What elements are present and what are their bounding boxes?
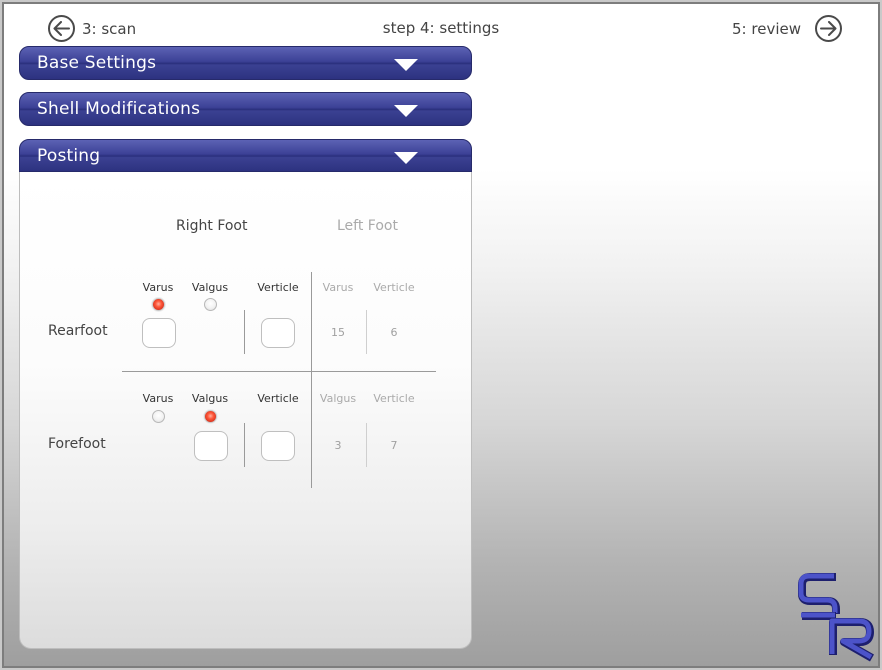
step-title-text: step 4: settings bbox=[382, 19, 500, 37]
shell-modifications-label: Shell Modifications bbox=[37, 99, 201, 119]
forefoot-verticle-input[interactable] bbox=[261, 431, 295, 461]
rearfoot-valgus-radio[interactable] bbox=[204, 298, 217, 311]
rearfoot-label: Rearfoot bbox=[48, 323, 108, 339]
rearfoot-verticle-header: Verticle bbox=[257, 281, 299, 294]
next-step-button[interactable]: 5: review bbox=[732, 15, 842, 42]
chevron-down-icon[interactable] bbox=[394, 152, 418, 164]
chevron-down-icon[interactable] bbox=[394, 105, 418, 117]
foot-divider bbox=[311, 272, 312, 488]
left-foot-heading: Left Foot bbox=[337, 218, 398, 234]
forefoot-valgus-header: Valgus bbox=[191, 392, 229, 405]
app-window: 3: scan step 4: settings 5: review Base … bbox=[2, 2, 880, 668]
shell-modifications-panel-header[interactable]: Shell Modifications bbox=[19, 92, 472, 126]
base-settings-panel-header[interactable]: Base Settings bbox=[19, 46, 472, 80]
posting-panel-header[interactable]: Posting bbox=[19, 139, 472, 172]
rearfoot-left-varus-header: Varus bbox=[322, 281, 354, 294]
step-navigation: 3: scan step 4: settings 5: review bbox=[4, 4, 878, 44]
forefoot-verticle-divider bbox=[244, 423, 245, 467]
forefoot-varus-header: Varus bbox=[142, 392, 174, 405]
right-foot-heading: Right Foot bbox=[176, 218, 248, 234]
rearfoot-left-verticle-header: Verticle bbox=[373, 281, 415, 294]
rearfoot-left-verticle-value: 6 bbox=[390, 326, 398, 339]
forefoot-left-valgus-value: 3 bbox=[334, 439, 342, 452]
posting-label: Posting bbox=[37, 146, 101, 166]
rearfoot-left-varus-value: 15 bbox=[331, 326, 345, 339]
rearfoot-angle-input[interactable] bbox=[142, 318, 176, 348]
forefoot-left-verticle-header: Verticle bbox=[373, 392, 415, 405]
base-settings-label: Base Settings bbox=[37, 53, 157, 73]
rearfoot-valgus-header: Valgus bbox=[191, 281, 229, 294]
rearfoot-left-divider bbox=[366, 310, 367, 354]
sr-logo bbox=[798, 573, 874, 662]
forefoot-label: Forefoot bbox=[48, 436, 106, 452]
forefoot-left-valgus-header: Valgus bbox=[319, 392, 357, 405]
forefoot-valgus-radio[interactable] bbox=[204, 410, 217, 423]
row-divider bbox=[122, 371, 436, 372]
next-step-label[interactable]: 5: review bbox=[732, 20, 801, 38]
posting-panel-body: Right Foot Left Foot Rearfoot Varus Valg… bbox=[19, 172, 472, 649]
rearfoot-verticle-divider bbox=[244, 310, 245, 354]
forefoot-varus-radio[interactable] bbox=[152, 410, 165, 423]
forefoot-left-divider bbox=[366, 423, 367, 467]
rearfoot-varus-radio[interactable] bbox=[152, 298, 165, 311]
rearfoot-varus-header: Varus bbox=[142, 281, 174, 294]
forefoot-angle-input[interactable] bbox=[194, 431, 228, 461]
forefoot-left-verticle-value: 7 bbox=[390, 439, 398, 452]
rearfoot-verticle-input[interactable] bbox=[261, 318, 295, 348]
forefoot-verticle-header: Verticle bbox=[257, 392, 299, 405]
chevron-down-icon[interactable] bbox=[394, 59, 418, 71]
arrow-right-circle-icon[interactable] bbox=[815, 15, 842, 42]
